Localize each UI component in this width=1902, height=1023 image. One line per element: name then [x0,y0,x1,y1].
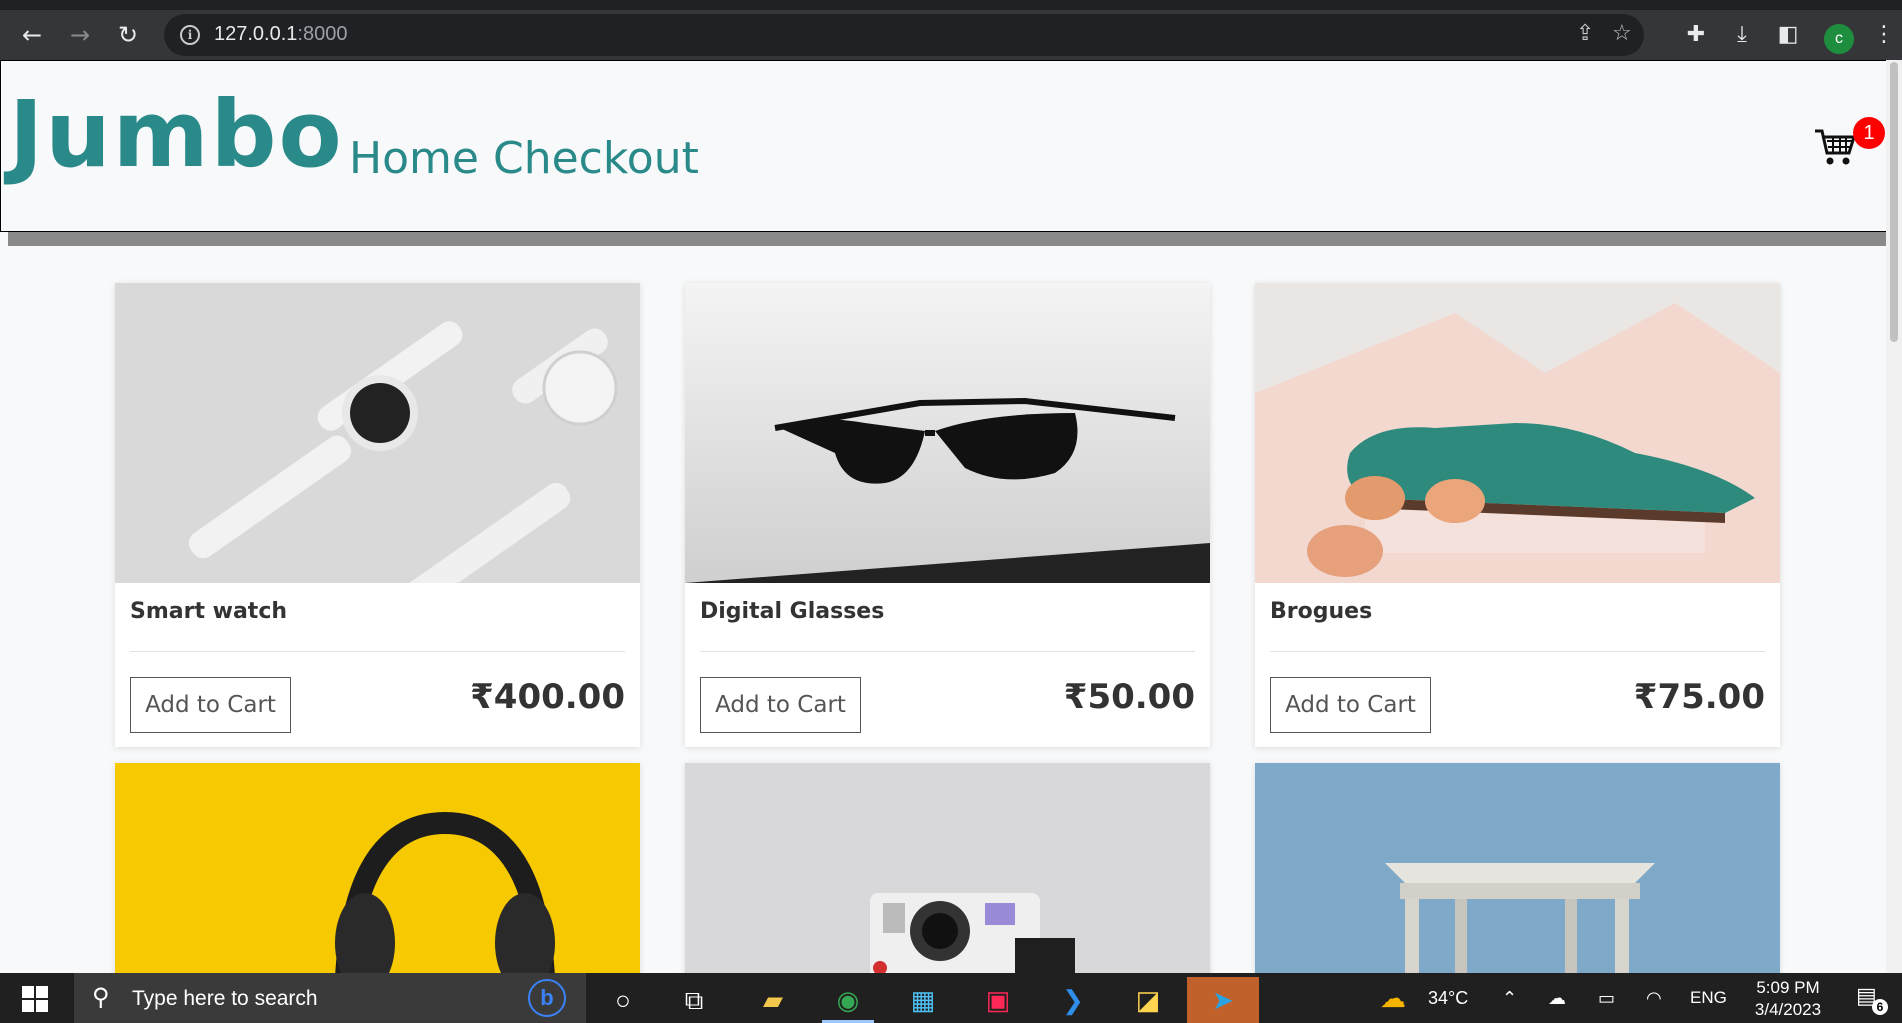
language-indicator[interactable]: ENG [1690,973,1727,1023]
vscode-icon[interactable]: ❯ [1047,977,1099,1023]
clock-date: 3/4/2023 [1754,1000,1822,1019]
product-image-smartwatch[interactable] [115,283,640,583]
taskbar-search-box[interactable]: ⚲ Type here to search b [74,973,586,1023]
product-price: ₹400.00 [470,677,625,717]
add-to-cart-button[interactable]: Add to Cart [130,677,291,733]
camera-illustration [685,763,1210,973]
weather-temperature[interactable]: 34°C [1428,973,1468,1023]
profile-avatar[interactable]: c [1824,24,1854,54]
clock-time: 5:09 PM [1756,978,1820,997]
intellij-icon[interactable]: ▣ [972,977,1024,1023]
brand-logo[interactable]: Jumbo [9,81,344,188]
cortana-icon[interactable]: ○ [597,977,649,1023]
sticky-notes-icon[interactable]: ▦ [897,977,949,1023]
product-card [115,763,640,973]
product-price: ₹50.00 [1063,677,1195,717]
notification-count-badge: 6 [1872,999,1888,1015]
product-card: Digital Glasses Add to Cart ₹50.00 [685,283,1210,747]
brogue-shoe-illustration [1255,283,1780,583]
wifi-icon[interactable]: ◠ [1646,973,1662,1023]
windows-taskbar: ⚲ Type here to search b ○ ⧉ ▰ ◉ ▦ ▣ ❯ ◪ … [0,973,1902,1023]
bookmark-star-icon[interactable]: ☆ [1612,21,1632,46]
search-placeholder: Type here to search [132,987,318,1010]
bing-icon[interactable]: b [528,979,566,1017]
headphones-illustration [115,763,640,973]
forward-arrow-icon[interactable]: → [66,21,94,49]
product-card: Smart watch Add to Cart ₹400.00 [115,283,640,747]
header-divider [8,232,1895,246]
windows-start-icon[interactable] [22,986,48,1012]
onedrive-icon[interactable]: ☁ [1548,973,1566,1023]
card-divider [130,651,625,652]
product-title[interactable]: Digital Glasses [700,599,1195,624]
product-card [685,763,1210,973]
task-view-icon[interactable]: ⧉ [668,977,720,1023]
product-card: Brogues Add to Cart ₹75.00 [1255,283,1780,747]
url-text[interactable]: 127.0.0.1:8000 [214,23,347,46]
card-divider [1270,651,1765,652]
cart-count-badge: 1 [1853,117,1885,149]
product-image-headphones[interactable] [115,763,640,973]
nav-checkout-link[interactable]: Checkout [493,133,699,184]
add-to-cart-button[interactable]: Add to Cart [700,677,861,733]
page-viewport: Jumbo Home Checkout 1 Smart watch Add to… [0,60,1902,973]
stool-illustration [1255,763,1780,973]
cart-svg [1815,129,1857,165]
product-image-camera[interactable] [685,763,1210,973]
url-host: 127.0.0.1 [214,23,298,45]
tray-chevron-up-icon[interactable]: ⌃ [1502,973,1517,1023]
site-info-icon[interactable]: i [180,25,200,45]
side-panel-icon[interactable]: ◧ [1774,22,1802,47]
taskbar-clock[interactable]: 5:09 PM 3/4/2023 [1740,977,1836,1021]
file-explorer-icon[interactable]: ▰ [747,977,799,1023]
share-icon[interactable]: ⇪ [1576,21,1594,46]
download-icon[interactable]: ⤓ [1728,22,1756,47]
back-arrow-icon[interactable]: ← [18,21,46,49]
site-header: Jumbo Home Checkout 1 [0,60,1895,232]
chrome-icon[interactable]: ◉ [822,977,874,1023]
telegram-icon[interactable]: ➤ [1187,977,1259,1023]
smartwatch-illustration [115,283,640,583]
product-title[interactable]: Brogues [1270,599,1765,624]
menu-kebab-icon[interactable]: ⋮ [1870,22,1898,47]
nav-home-link[interactable]: Home [349,133,479,184]
product-card [1255,763,1780,973]
extensions-icon[interactable]: ✚ [1682,22,1710,47]
page-scrollbar[interactable] [1886,60,1902,973]
product-image-brogues[interactable] [1255,283,1780,583]
address-bar[interactable]: i 127.0.0.1:8000 ⇪ ☆ [164,14,1644,56]
files-icon[interactable]: ◪ [1122,977,1174,1023]
scrollbar-thumb[interactable] [1890,62,1898,342]
browser-toolbar: ← → ↻ i 127.0.0.1:8000 ⇪ ☆ ✚ ⤓ ◧ c ⋮ [0,0,1902,60]
card-divider [700,651,1195,652]
add-to-cart-button[interactable]: Add to Cart [1270,677,1431,733]
shopping-cart-icon[interactable] [1813,127,1857,177]
search-icon: ⚲ [92,984,110,1011]
product-image-glasses[interactable] [685,283,1210,583]
product-title[interactable]: Smart watch [130,599,625,624]
battery-icon[interactable]: ▭ [1598,973,1615,1023]
url-port: :8000 [297,23,348,45]
product-price: ₹75.00 [1633,677,1765,717]
reload-icon[interactable]: ↻ [114,21,142,49]
product-image-stool[interactable] [1255,763,1780,973]
sunglasses-illustration [685,283,1210,583]
weather-icon[interactable]: ☁ [1380,973,1406,1023]
